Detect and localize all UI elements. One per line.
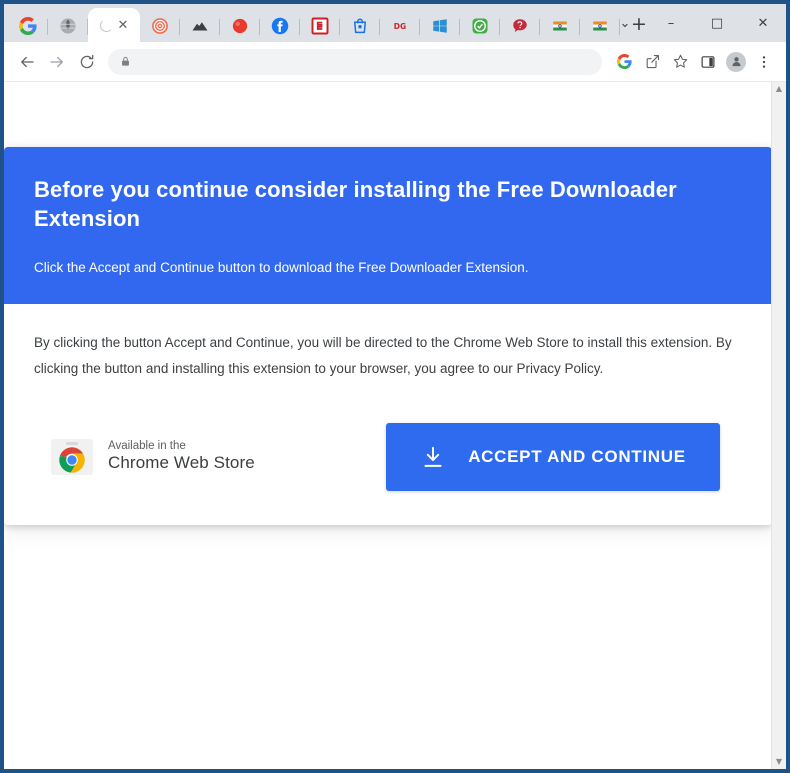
tab-close-icon[interactable]: ✕ — [118, 19, 129, 32]
tab-india-flag-favicon[interactable] — [540, 10, 580, 42]
card-body: By clicking the button Accept and Contin… — [4, 303, 771, 525]
back-button[interactable] — [12, 47, 42, 77]
google-favicon — [19, 17, 37, 35]
tab-spiral-favicon[interactable] — [140, 10, 180, 42]
browser-window: ✕ DG + ⌄ – □ ✕ Before you continue consi… — [0, 0, 790, 773]
download-icon — [424, 446, 442, 467]
extension-promo-card: Before you continue consider installing … — [4, 147, 771, 525]
india-flag-favicon — [553, 21, 567, 31]
tab-google-favicon[interactable] — [8, 10, 48, 42]
page-title: Before you continue consider installing … — [34, 177, 677, 232]
forward-button[interactable] — [42, 47, 72, 77]
web-page: pcrisk risk.com Before you continue cons… — [4, 82, 771, 769]
globe-favicon — [60, 18, 76, 34]
svg-text:DG: DG — [394, 22, 406, 31]
menu-button[interactable] — [750, 48, 778, 76]
spiral-favicon — [152, 18, 168, 34]
tab-blue-bag-favicon[interactable] — [340, 10, 380, 42]
card-actions: Available in the Chrome Web Store ACCEPT… — [34, 422, 742, 491]
reload-icon — [80, 54, 94, 68]
blue-bag-favicon — [353, 18, 367, 34]
profile-button[interactable] — [722, 48, 750, 76]
address-bar[interactable] — [108, 48, 602, 75]
forward-arrow-icon — [50, 56, 63, 67]
tab-red-chat-favicon[interactable] — [500, 10, 540, 42]
accept-and-continue-button[interactable]: ACCEPT AND CONTINUE — [386, 422, 720, 491]
tab-mountain-favicon[interactable] — [180, 10, 220, 42]
tab-windows-favicon[interactable] — [420, 10, 460, 42]
tab-red-e-favicon[interactable] — [300, 10, 340, 42]
scroll-up-arrow-icon[interactable]: ▲ — [776, 85, 782, 93]
browser-toolbar — [4, 42, 786, 82]
lock-icon — [122, 56, 129, 66]
red-e-favicon — [311, 17, 329, 35]
share-icon — [646, 54, 659, 69]
loading-spinner-icon — [99, 18, 113, 32]
card-header: Before you continue consider installing … — [4, 147, 771, 304]
person-icon — [731, 57, 741, 67]
red-chat-favicon — [513, 19, 527, 32]
tab-red-circle-favicon[interactable] — [220, 10, 260, 42]
tab-search-button[interactable]: ⌄ — [602, 4, 648, 42]
maximize-button[interactable]: □ — [694, 4, 740, 42]
side-panel-icon — [701, 55, 715, 68]
share-button[interactable] — [638, 48, 666, 76]
red-circle-favicon — [232, 18, 248, 34]
chrome-web-store-label: Available in the Chrome Web Store — [108, 440, 255, 472]
page-viewport: pcrisk risk.com Before you continue cons… — [4, 82, 786, 769]
legal-text: By clicking the button Accept and Contin… — [34, 334, 732, 377]
back-arrow-icon — [21, 56, 34, 67]
chrome-web-store-badge: Available in the Chrome Web Store — [48, 433, 255, 481]
mountain-favicon — [192, 22, 208, 31]
bookmark-button[interactable] — [666, 48, 694, 76]
google-lens-button[interactable] — [610, 48, 638, 76]
windows-favicon — [433, 19, 447, 33]
facebook-favicon — [271, 17, 289, 35]
tab-globe-favicon[interactable] — [48, 10, 88, 42]
chrome-web-store-icon — [51, 438, 93, 475]
three-dot-menu-icon — [762, 55, 766, 68]
tab-active[interactable]: ✕ — [88, 8, 140, 42]
dg-favicon: DG — [394, 22, 406, 31]
accept-button-label: ACCEPT AND CONTINUE — [468, 446, 686, 466]
available-in-the-text: Available in the — [108, 440, 186, 453]
tab-list: ✕ DG + — [8, 4, 654, 42]
tab-strip: ✕ DG + ⌄ – □ ✕ — [4, 4, 786, 42]
profile-avatar-icon — [726, 51, 746, 72]
reload-button[interactable] — [72, 47, 102, 77]
side-panel-button[interactable] — [694, 48, 722, 76]
tab-dg-favicon[interactable]: DG — [380, 10, 420, 42]
tab-green-check-favicon[interactable] — [460, 10, 500, 42]
window-controls: ⌄ – □ ✕ — [602, 4, 786, 42]
scroll-down-arrow-icon[interactable]: ▼ — [776, 758, 782, 766]
bookmark-star-icon — [673, 54, 687, 68]
page-scrollbar[interactable]: ▲ ▼ — [771, 82, 786, 769]
green-check-favicon — [472, 18, 488, 34]
card-subtitle: Click the Accept and Continue button to … — [34, 260, 529, 276]
tab-facebook-favicon[interactable] — [260, 10, 300, 42]
chrome-web-store-name: Chrome Web Store — [108, 453, 255, 473]
close-window-button[interactable]: ✕ — [740, 4, 786, 42]
google-lens-icon — [616, 54, 632, 69]
minimize-button[interactable]: – — [648, 4, 694, 42]
